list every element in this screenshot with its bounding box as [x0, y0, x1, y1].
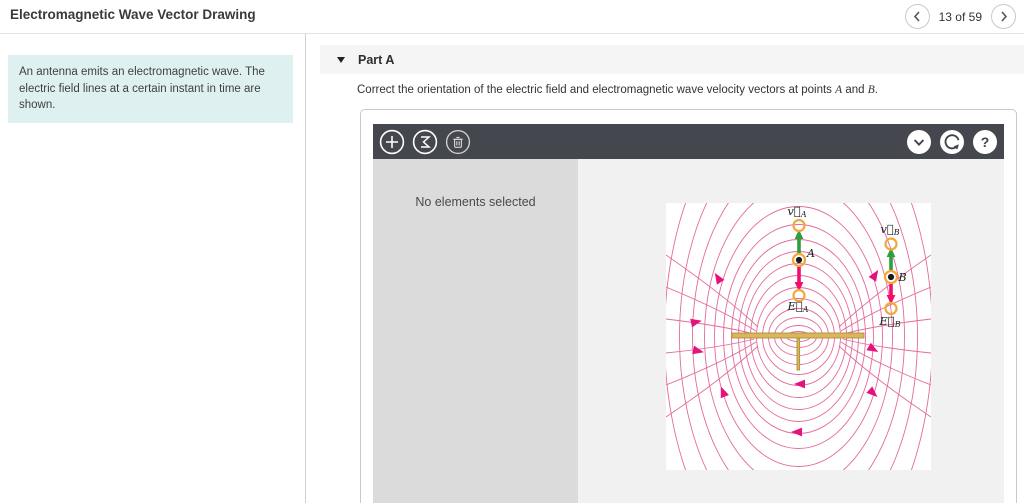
label-eb: E⃗B — [878, 314, 900, 329]
page-title: Electromagnetic Wave Vector Drawing — [10, 7, 256, 22]
item-pager: 13 of 59 — [904, 4, 1016, 29]
instruction-end: . — [874, 84, 878, 96]
chevron-left-icon — [913, 11, 920, 22]
header: Electromagnetic Wave Vector Drawing 13 o… — [0, 0, 1024, 34]
delete-button[interactable] — [445, 129, 471, 155]
dipole-field-svg: v⃗A E⃗A v⃗B E⃗B A B — [664, 88, 933, 503]
drawing-canvas[interactable]: v⃗A E⃗A v⃗B E⃗B A B — [578, 88, 1004, 503]
sum-button[interactable] — [412, 129, 438, 155]
part-a-title: Part A — [358, 52, 395, 67]
tool-toolbar: ? — [373, 124, 1004, 159]
delete-icon — [445, 129, 471, 154]
add-vector-button[interactable] — [379, 129, 405, 155]
label-va: v⃗A — [787, 204, 806, 219]
label-vb: v⃗B — [880, 222, 899, 237]
handle-ring-va[interactable] — [792, 218, 806, 233]
point-b-ref: B — [867, 84, 875, 96]
chevron-right-icon — [1001, 11, 1008, 22]
label-point-a: A — [806, 247, 815, 260]
instruction-text: Correct the orientation of the electric … — [357, 84, 836, 96]
sigma-icon — [412, 129, 438, 154]
collapse-icon — [907, 129, 931, 154]
collapse-toolbar-button[interactable] — [906, 129, 932, 155]
collapse-triangle-icon — [337, 56, 345, 63]
part-a-header[interactable]: Part A — [320, 45, 1024, 74]
prev-item-button[interactable] — [904, 4, 930, 29]
add-vector-icon — [379, 129, 405, 154]
reset-icon — [940, 129, 964, 154]
point-b-dot — [887, 273, 895, 281]
tool-content: No elements selected v⃗A E⃗A v⃗B E⃗B A B — [373, 88, 1004, 503]
field-diagram: v⃗A E⃗A v⃗B E⃗B A B — [664, 88, 933, 503]
selection-panel: No elements selected — [373, 159, 578, 503]
reset-button[interactable] — [939, 129, 965, 155]
help-button[interactable]: ? — [972, 129, 998, 155]
pager-position: 13 of 59 — [938, 9, 982, 24]
label-point-b: B — [898, 271, 907, 284]
mastering-physics-item: Electromagnetic Wave Vector Drawing 13 o… — [0, 0, 1024, 503]
label-ea: E⃗A — [786, 299, 808, 314]
column-divider — [305, 34, 306, 503]
next-item-button[interactable] — [991, 4, 1016, 29]
help-icon: ? — [973, 129, 997, 154]
problem-intro-note: An antenna emits an electromagnetic wave… — [8, 55, 293, 124]
instruction-mid: and — [842, 84, 868, 96]
svg-text:?: ? — [981, 134, 990, 150]
vector-drawing-tool: ? No elements selected v⃗A E⃗A v⃗B E⃗B A… — [360, 88, 1017, 503]
part-a-instruction: Correct the orientation of the electric … — [357, 84, 878, 96]
point-a-dot — [795, 256, 803, 264]
